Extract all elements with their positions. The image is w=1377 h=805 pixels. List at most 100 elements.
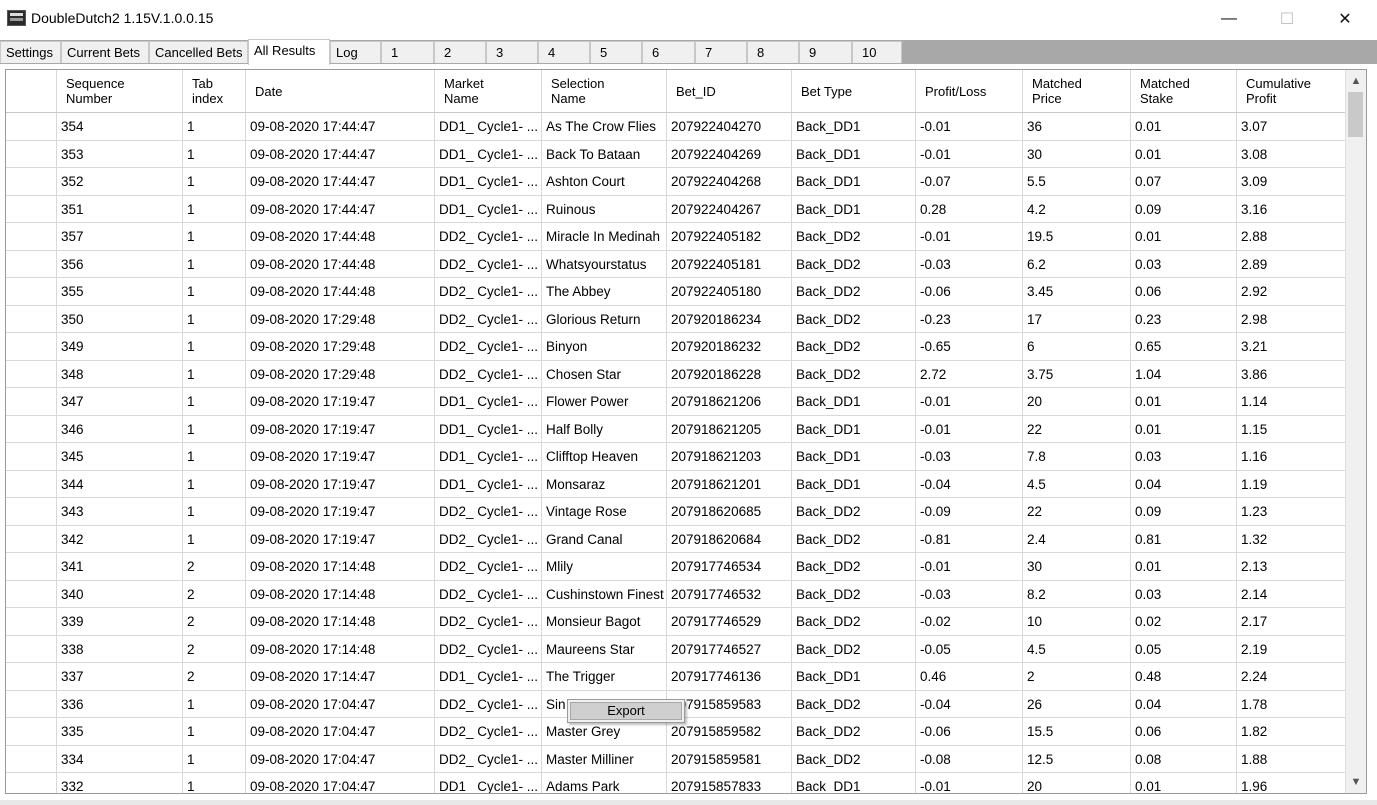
table-cell[interactable]: 207917746527 bbox=[667, 635, 792, 663]
row-header[interactable] bbox=[6, 415, 57, 443]
maximize-button[interactable]: ☐ bbox=[1264, 0, 1310, 38]
table-cell[interactable]: 4.5 bbox=[1023, 470, 1131, 498]
table-cell[interactable]: 354 bbox=[57, 113, 183, 141]
table-cell[interactable]: 1 bbox=[183, 718, 246, 746]
table-cell[interactable]: -0.03 bbox=[916, 580, 1023, 608]
table-cell[interactable]: 09-08-2020 17:44:48 bbox=[246, 223, 435, 251]
column-header[interactable]: Bet Type bbox=[792, 70, 916, 112]
table-cell[interactable]: 09-08-2020 17:19:47 bbox=[246, 470, 435, 498]
table-cell[interactable]: Back_DD2 bbox=[792, 525, 916, 553]
table-cell[interactable]: 349 bbox=[57, 333, 183, 361]
table-cell[interactable]: DD1_ Cycle1- ... bbox=[435, 470, 542, 498]
table-row[interactable]: 354 1 09-08-2020 17:44:47 DD1_ Cycle1- ... A… bbox=[6, 113, 1346, 141]
table-cell[interactable]: 1 bbox=[183, 168, 246, 196]
table-cell[interactable]: Back_DD1 bbox=[792, 195, 916, 223]
table-cell[interactable]: 207917746532 bbox=[667, 580, 792, 608]
table-cell[interactable]: 334 bbox=[57, 745, 183, 773]
table-cell[interactable]: 1 bbox=[183, 360, 246, 388]
table-cell[interactable]: 351 bbox=[57, 195, 183, 223]
table-cell[interactable]: 09-08-2020 17:14:47 bbox=[246, 663, 435, 691]
table-cell[interactable]: -0.01 bbox=[916, 553, 1023, 581]
table-row[interactable]: 351 1 09-08-2020 17:44:47 DD1_ Cycle1- ... R… bbox=[6, 195, 1346, 223]
table-cell[interactable]: 2.24 bbox=[1237, 663, 1346, 691]
table-cell[interactable]: 09-08-2020 17:44:47 bbox=[246, 140, 435, 168]
table-cell[interactable]: 09-08-2020 17:14:48 bbox=[246, 635, 435, 663]
row-header[interactable] bbox=[6, 745, 57, 773]
tab-current-bets[interactable]: Current Bets bbox=[61, 41, 149, 63]
table-cell[interactable]: 0.65 bbox=[1131, 333, 1237, 361]
table-cell[interactable]: -0.65 bbox=[916, 333, 1023, 361]
column-header[interactable]: Tab index bbox=[183, 70, 246, 112]
table-cell[interactable]: 2.14 bbox=[1237, 580, 1346, 608]
table-cell[interactable]: 4.5 bbox=[1023, 635, 1131, 663]
table-cell[interactable]: 15.5 bbox=[1023, 718, 1131, 746]
table-cell[interactable]: DD2_ Cycle1- ... bbox=[435, 690, 542, 718]
row-header[interactable] bbox=[6, 223, 57, 251]
table-cell[interactable]: 337 bbox=[57, 663, 183, 691]
row-header[interactable] bbox=[6, 388, 57, 416]
table-cell[interactable]: DD2_ Cycle1- ... bbox=[435, 498, 542, 526]
table-cell[interactable]: 0.07 bbox=[1131, 168, 1237, 196]
table-cell[interactable]: 2.19 bbox=[1237, 635, 1346, 663]
row-header[interactable] bbox=[6, 553, 57, 581]
table-cell[interactable]: Back To Bataan bbox=[542, 140, 667, 168]
table-cell[interactable]: 3.75 bbox=[1023, 360, 1131, 388]
tab-3[interactable]: 3 bbox=[486, 41, 538, 63]
row-header[interactable] bbox=[6, 250, 57, 278]
table-cell[interactable]: Back_DD1 bbox=[792, 663, 916, 691]
table-cell[interactable]: 6.2 bbox=[1023, 250, 1131, 278]
table-cell[interactable]: -0.01 bbox=[916, 388, 1023, 416]
column-header[interactable]: Bet_ID bbox=[667, 70, 792, 112]
table-cell[interactable]: 09-08-2020 17:04:47 bbox=[246, 718, 435, 746]
table-cell[interactable]: 207920186232 bbox=[667, 333, 792, 361]
table-cell[interactable]: DD2_ Cycle1- ... bbox=[435, 635, 542, 663]
table-cell[interactable]: 207918621205 bbox=[667, 415, 792, 443]
table-cell[interactable]: -0.01 bbox=[916, 773, 1023, 793]
table-cell[interactable]: 356 bbox=[57, 250, 183, 278]
table-cell[interactable]: 207917746529 bbox=[667, 608, 792, 636]
table-cell[interactable]: DD2_ Cycle1- ... bbox=[435, 250, 542, 278]
column-header[interactable]: Selection Name bbox=[542, 70, 667, 112]
table-cell[interactable]: 09-08-2020 17:29:48 bbox=[246, 333, 435, 361]
table-cell[interactable]: Miracle In Medinah bbox=[542, 223, 667, 251]
table-cell[interactable]: 1 bbox=[183, 773, 246, 793]
row-header[interactable] bbox=[6, 140, 57, 168]
export-menu-item[interactable]: Export bbox=[570, 702, 682, 720]
row-header[interactable] bbox=[6, 470, 57, 498]
table-cell[interactable]: Back_DD2 bbox=[792, 635, 916, 663]
table-row[interactable]: 347 1 09-08-2020 17:19:47 DD1_ Cycle1- ... F… bbox=[6, 388, 1346, 416]
table-cell[interactable]: Back_DD1 bbox=[792, 773, 916, 793]
table-cell[interactable]: Back_DD2 bbox=[792, 498, 916, 526]
table-cell[interactable]: 19.5 bbox=[1023, 223, 1131, 251]
table-cell[interactable]: -0.04 bbox=[916, 690, 1023, 718]
table-cell[interactable]: 345 bbox=[57, 443, 183, 471]
row-header[interactable] bbox=[6, 580, 57, 608]
table-row[interactable]: 341 2 09-08-2020 17:14:48 DD2_ Cycle1- ... M… bbox=[6, 553, 1346, 581]
table-cell[interactable]: Vintage Rose bbox=[542, 498, 667, 526]
table-cell[interactable]: 2.13 bbox=[1237, 553, 1346, 581]
table-cell[interactable]: -0.07 bbox=[916, 168, 1023, 196]
table-cell[interactable]: 0.81 bbox=[1131, 525, 1237, 553]
table-cell[interactable]: DD1_ Cycle1- ... bbox=[435, 443, 542, 471]
table-cell[interactable]: 207920186234 bbox=[667, 305, 792, 333]
table-cell[interactable]: DD2_ Cycle1- ... bbox=[435, 525, 542, 553]
table-cell[interactable]: 0.09 bbox=[1131, 498, 1237, 526]
table-cell[interactable]: Half Bolly bbox=[542, 415, 667, 443]
table-cell[interactable]: 1 bbox=[183, 305, 246, 333]
table-cell[interactable]: 2 bbox=[183, 635, 246, 663]
table-cell[interactable]: 352 bbox=[57, 168, 183, 196]
table-cell[interactable]: 1.32 bbox=[1237, 525, 1346, 553]
table-cell[interactable]: 4.2 bbox=[1023, 195, 1131, 223]
table-cell[interactable]: Back_DD2 bbox=[792, 608, 916, 636]
table-cell[interactable]: 09-08-2020 17:44:48 bbox=[246, 250, 435, 278]
row-header[interactable] bbox=[6, 773, 57, 793]
table-cell[interactable]: 09-08-2020 17:19:47 bbox=[246, 498, 435, 526]
table-cell[interactable]: 0.04 bbox=[1131, 470, 1237, 498]
table-cell[interactable]: 12.5 bbox=[1023, 745, 1131, 773]
table-cell[interactable]: 09-08-2020 17:29:48 bbox=[246, 360, 435, 388]
row-header[interactable] bbox=[6, 525, 57, 553]
table-row[interactable]: 334 1 09-08-2020 17:04:47 DD2_ Cycle1- ... M… bbox=[6, 745, 1346, 773]
table-cell[interactable]: 343 bbox=[57, 498, 183, 526]
close-button[interactable]: ✕ bbox=[1322, 0, 1368, 38]
table-cell[interactable]: 207922404269 bbox=[667, 140, 792, 168]
